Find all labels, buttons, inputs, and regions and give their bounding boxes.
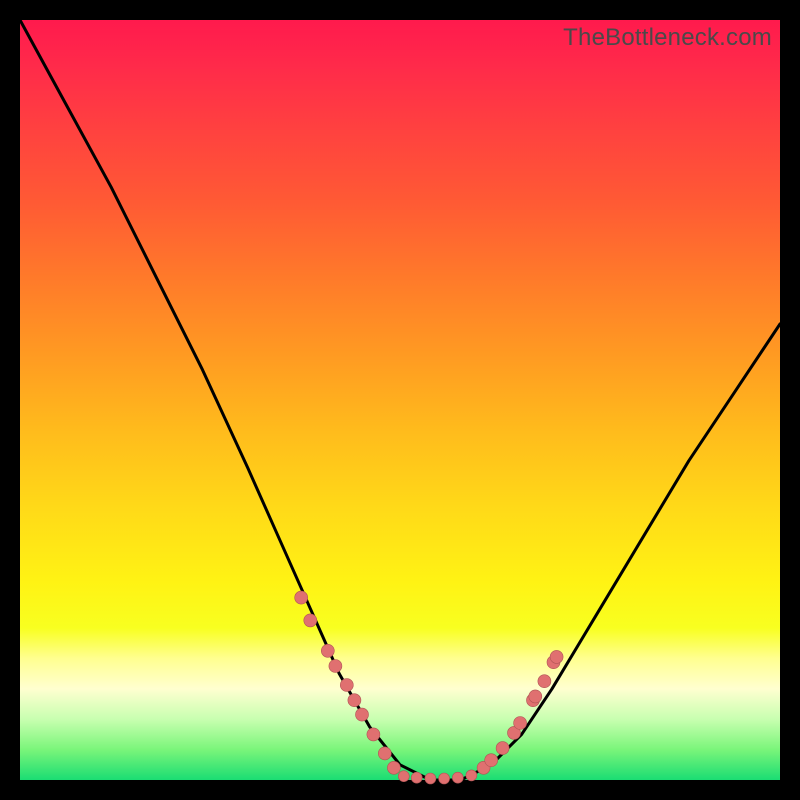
curve-marker — [439, 773, 450, 784]
curve-marker — [466, 770, 477, 781]
curve-marker — [411, 772, 422, 783]
curve-marker — [356, 708, 369, 721]
curve-path — [20, 20, 780, 780]
watermark-text: TheBottleneck.com — [563, 24, 772, 52]
chart-frame: TheBottleneck.com — [20, 20, 780, 780]
curve-marker — [378, 747, 391, 760]
curve-markers — [295, 591, 563, 784]
curve-marker — [496, 742, 509, 755]
chart-svg — [20, 20, 780, 780]
curve-marker — [398, 771, 409, 782]
curve-marker — [304, 614, 317, 627]
curve-marker — [529, 690, 542, 703]
curve-marker — [425, 773, 436, 784]
curve-marker — [550, 650, 563, 663]
curve-marker — [514, 717, 527, 730]
curve-marker — [485, 754, 498, 767]
curve-marker — [329, 660, 342, 673]
curve-marker — [348, 694, 361, 707]
curve-marker — [295, 591, 308, 604]
curve-marker — [367, 728, 380, 741]
bottleneck-curve — [20, 20, 780, 780]
curve-marker — [538, 675, 551, 688]
curve-marker — [387, 761, 400, 774]
curve-marker — [321, 644, 334, 657]
curve-marker — [340, 679, 353, 692]
curve-marker — [452, 772, 463, 783]
